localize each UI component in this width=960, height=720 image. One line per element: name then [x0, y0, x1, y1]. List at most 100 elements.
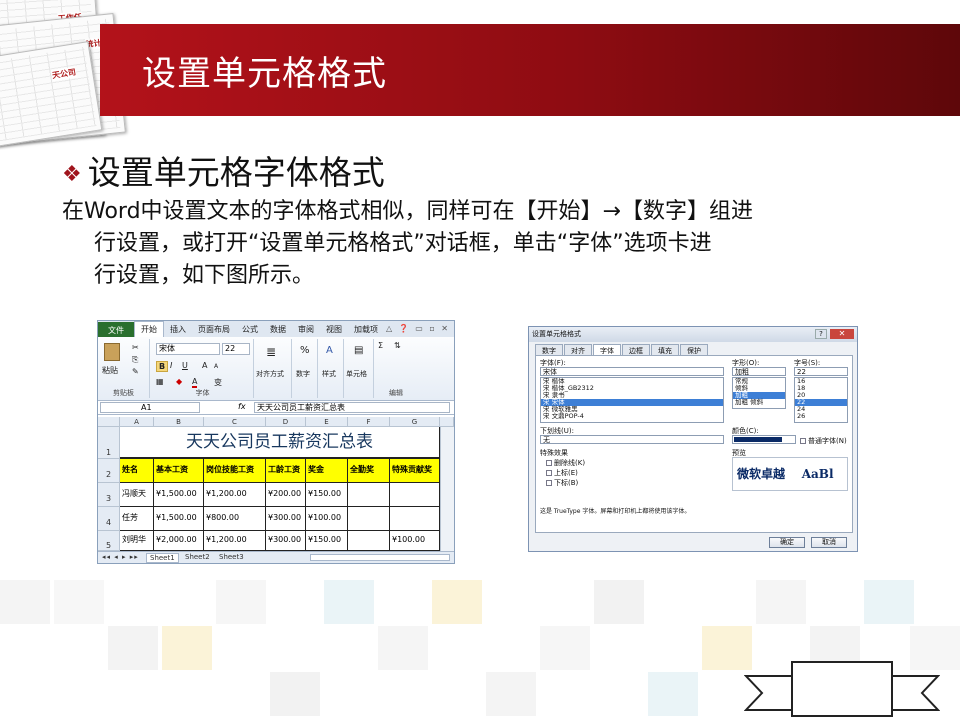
tab-review[interactable]: 审阅 [292, 322, 320, 337]
styles-group[interactable]: A 样式 [320, 339, 344, 398]
cut-icon[interactable]: ✂ [132, 343, 139, 352]
paste-icon[interactable] [104, 343, 120, 361]
row-header[interactable]: 3 [98, 483, 120, 507]
font-listbox[interactable]: 宋 楷体 宋 楷体_GB2312 宋 隶书 宋 宋体 宋 微软雅黑 宋 文鼎PO… [540, 377, 724, 423]
select-all-corner[interactable] [98, 417, 120, 427]
color-select[interactable] [732, 435, 796, 444]
strikethrough-checkbox[interactable]: 删除线(K) [546, 458, 585, 468]
alignment-group[interactable]: ≣ 对齐方式 [256, 339, 292, 398]
fill-color-icon[interactable]: ◆ [176, 377, 182, 386]
copy-icon[interactable]: ⎘ [132, 355, 138, 365]
table-cell[interactable]: ¥300.00 [266, 531, 306, 551]
sheet-tab-2[interactable]: Sheet2 [182, 553, 213, 561]
table-cell[interactable]: ¥100.00 [306, 507, 348, 531]
font-option[interactable]: 宋 楷体_GB2312 [541, 385, 723, 392]
row-header[interactable]: 4 [98, 507, 120, 531]
size-option[interactable]: 26 [795, 413, 847, 420]
paste-button[interactable]: 粘贴 [102, 365, 118, 376]
font-option[interactable]: 宋 隶书 [541, 392, 723, 399]
ok-button[interactable]: 确定 [769, 537, 805, 548]
table-cell[interactable]: ¥200.00 [266, 483, 306, 507]
font-option[interactable]: 宋 文鼎POP-4 [541, 413, 723, 420]
cancel-button[interactable]: 取消 [811, 537, 847, 548]
size-listbox[interactable]: 16 18 20 22 24 26 [794, 377, 848, 423]
normal-font-checkbox[interactable]: 普通字体(N) [800, 436, 847, 446]
row-header[interactable]: 2 [98, 459, 120, 483]
table-cell[interactable] [390, 483, 440, 507]
tab-formulas[interactable]: 公式 [236, 322, 264, 337]
column-header[interactable]: E [306, 417, 348, 427]
font-color-button[interactable]: A [192, 377, 198, 388]
tab-insert[interactable]: 插入 [164, 322, 192, 337]
table-cell[interactable] [348, 483, 390, 507]
grow-font-button[interactable]: A [202, 361, 207, 370]
font-name-select[interactable]: 宋体 [156, 343, 220, 355]
header-cell[interactable]: 工龄工资 [266, 459, 306, 483]
table-cell[interactable]: ¥1,500.00 [154, 507, 204, 531]
bold-button[interactable]: B [156, 361, 169, 372]
row-header[interactable]: 5 [98, 531, 120, 551]
header-cell[interactable]: 特殊贡献奖 [390, 459, 440, 483]
table-cell[interactable] [348, 531, 390, 551]
table-cell[interactable] [390, 507, 440, 531]
phonetic-button[interactable]: 变 [214, 377, 222, 388]
table-cell[interactable]: ¥1,200.00 [204, 531, 266, 551]
style-input[interactable]: 加粗 [732, 367, 786, 376]
style-listbox[interactable]: 常规 倾斜 加粗 加粗 倾斜 [732, 377, 786, 409]
sheet-nav-arrows[interactable]: ◂◂ ◂ ▸ ▸▸ [102, 553, 139, 561]
column-header[interactable]: G [390, 417, 440, 427]
tab-addins[interactable]: 加载项 [348, 322, 384, 337]
table-cell[interactable]: 刘明华 [120, 531, 154, 551]
help-icon[interactable]: ? [815, 329, 827, 339]
superscript-checkbox[interactable]: 上标(E) [546, 468, 578, 478]
size-input[interactable]: 22 [794, 367, 848, 376]
table-cell[interactable]: ¥1,200.00 [204, 483, 266, 507]
sheet-tab-1[interactable]: Sheet1 [146, 553, 179, 563]
horizontal-scrollbar[interactable] [310, 554, 450, 561]
name-box[interactable]: A1 [100, 402, 200, 413]
table-cell[interactable]: 冯顺天 [120, 483, 154, 507]
style-option[interactable]: 加粗 倾斜 [733, 399, 785, 406]
table-cell[interactable]: ¥2,000.00 [154, 531, 204, 551]
column-header[interactable]: D [266, 417, 306, 427]
font-size-select[interactable]: 22 [222, 343, 250, 355]
tab-view[interactable]: 视图 [320, 322, 348, 337]
border-icon[interactable]: ▦ [156, 377, 164, 386]
tab-home[interactable]: 开始 [134, 321, 164, 337]
sort-icon[interactable]: ⇅ [394, 341, 401, 350]
format-painter-icon[interactable]: ✎ [132, 367, 139, 376]
tab-data[interactable]: 数据 [264, 322, 292, 337]
shrink-font-button[interactable]: A [214, 363, 218, 370]
font-input[interactable]: 宋体 [540, 367, 724, 376]
header-cell[interactable]: 姓名 [120, 459, 154, 483]
header-cell[interactable]: 岗位技能工资 [204, 459, 266, 483]
window-controls[interactable]: △ ❓ ▭ ▫ ✕ [386, 324, 450, 333]
table-cell[interactable]: ¥150.00 [306, 531, 348, 551]
underline-button[interactable]: U [182, 361, 188, 370]
formula-input[interactable]: 天天公司员工薪资汇总表 [254, 402, 450, 413]
sheet-tab-3[interactable]: Sheet3 [216, 553, 247, 561]
table-cell[interactable]: 任芳 [120, 507, 154, 531]
table-cell[interactable]: ¥300.00 [266, 507, 306, 531]
tab-page-layout[interactable]: 页面布局 [192, 322, 236, 337]
table-cell[interactable]: ¥100.00 [390, 531, 440, 551]
table-cell[interactable]: ¥150.00 [306, 483, 348, 507]
table-cell[interactable] [348, 507, 390, 531]
table-cell[interactable]: ¥800.00 [204, 507, 266, 531]
cells-group[interactable]: ▤ 单元格 [346, 339, 374, 398]
column-header[interactable]: B [154, 417, 204, 427]
fx-icon[interactable]: fx [238, 402, 246, 411]
header-cell[interactable]: 基本工资 [154, 459, 204, 483]
header-cell[interactable]: 全勤奖 [348, 459, 390, 483]
close-icon[interactable]: ✕ [830, 329, 854, 339]
table-title-cell[interactable]: 天天公司员工薪资汇总表 [120, 427, 440, 459]
subscript-checkbox[interactable]: 下标(B) [546, 478, 578, 488]
number-group[interactable]: % 数字 [294, 339, 318, 398]
row-header[interactable]: 1 [98, 427, 120, 459]
underline-select[interactable]: 无 [540, 435, 724, 444]
italic-button[interactable]: I [170, 361, 172, 370]
table-cell[interactable]: ¥1,500.00 [154, 483, 204, 507]
column-header[interactable]: A [120, 417, 154, 427]
vertical-scrollbar[interactable] [440, 427, 454, 551]
autosum-button[interactable]: Σ [378, 341, 383, 350]
